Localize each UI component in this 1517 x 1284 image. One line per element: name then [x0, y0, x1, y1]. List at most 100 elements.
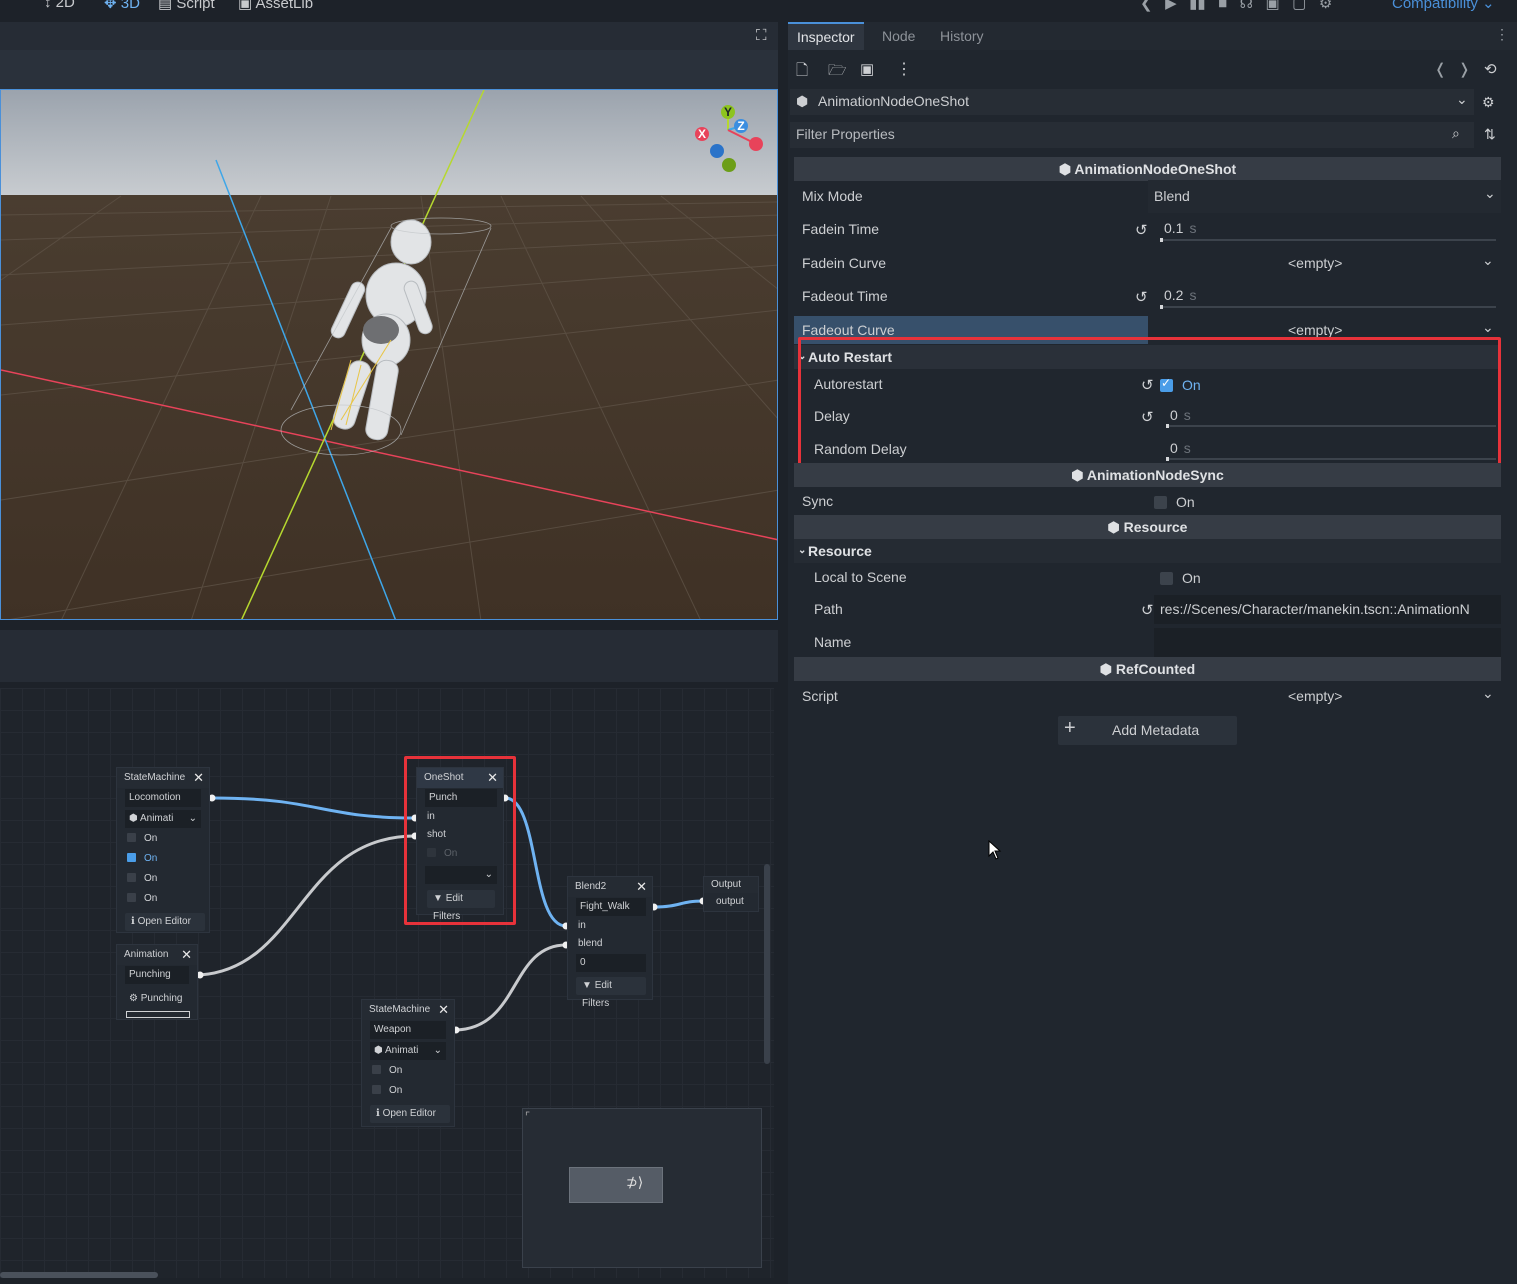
graph-node-output[interactable]: Output output: [703, 876, 759, 912]
more-icon[interactable]: ⋮: [896, 59, 912, 79]
fullscreen-icon[interactable]: ⛶: [756, 27, 767, 44]
chevron-down-icon: ⌄: [1482, 685, 1494, 701]
property-label: Sync: [802, 493, 834, 509]
script-workspace-button[interactable]: ▤ Script: [158, 0, 215, 12]
resource-path-select[interactable]: ⬢ AnimationNodeOneShot ⌄: [790, 89, 1474, 115]
add-metadata-button[interactable]: + Add Metadata: [1058, 716, 1237, 745]
tab-node[interactable]: Node: [873, 22, 924, 50]
graph-node-statemachine-weapon[interactable]: StateMachine ✕ Weapon ⬢ Animati ⌄ On On ℹ…: [361, 999, 455, 1127]
revert-icon[interactable]: ↺: [1135, 288, 1148, 306]
filter-options-icon[interactable]: ⇅: [1484, 126, 1496, 143]
wire-locomotion-in: [211, 796, 416, 820]
name-input[interactable]: [1154, 628, 1501, 657]
more-vertical-icon[interactable]: ⋮: [1495, 26, 1509, 43]
section-header-oneshot[interactable]: ⬢ AnimationNodeOneShot: [794, 157, 1501, 181]
unit-text: s: [1189, 220, 1197, 236]
fadein-curve-picker[interactable]: <empty> ⌄: [1148, 247, 1501, 280]
checkbox-label: On: [1182, 570, 1201, 586]
3d-workspace-button[interactable]: ✥ 3D: [104, 0, 140, 12]
assetlib-workspace-button[interactable]: ▣ AssetLib: [238, 0, 313, 12]
new-resource-icon[interactable]: 🗋: [796, 60, 808, 85]
path-input[interactable]: res://Scenes/Character/manekin.tscn::Ani…: [1154, 595, 1501, 624]
renderer-selector[interactable]: Compatibility ⌄: [1392, 0, 1495, 12]
minimap-viewport[interactable]: ⊅⟩: [569, 1167, 663, 1203]
node-title: StateMachine ✕: [117, 768, 209, 788]
section-header-sync[interactable]: ⬢ AnimationNodeSync: [794, 463, 1501, 487]
revert-icon[interactable]: ↺: [1135, 221, 1148, 239]
revert-icon[interactable]: ↺: [1141, 601, 1154, 619]
close-icon[interactable]: ✕: [193, 768, 204, 788]
checkbox-label: On: [144, 833, 158, 844]
mix-mode-select[interactable]: Blend ⌄: [1148, 180, 1501, 213]
filter-checkbox[interactable]: On: [127, 870, 157, 888]
node-name-field[interactable]: Weapon: [370, 1021, 446, 1039]
filter-checkbox[interactable]: On: [127, 830, 157, 848]
object-history-icon[interactable]: ⟲: [1484, 60, 1497, 78]
filter-checkbox[interactable]: On: [372, 1082, 402, 1100]
graph-node-animation-punching[interactable]: Animation ✕ Punching ⚙ Punching: [116, 944, 198, 1020]
plus-icon: +: [1064, 717, 1076, 739]
animation-tree-graph[interactable]: StateMachine ✕ Locomotion ⬢ Animati ⌄ On …: [0, 688, 774, 1278]
save-icon[interactable]: ▣: [860, 60, 874, 78]
open-editor-button[interactable]: ℹ Open Editor: [370, 1105, 450, 1123]
sync-checkbox[interactable]: On: [1154, 494, 1195, 510]
filter-checkbox[interactable]: On: [372, 1062, 402, 1080]
group-resource[interactable]: ⌄ Resource: [794, 539, 1501, 563]
section-header-refcounted[interactable]: ⬢ RefCounted: [794, 657, 1501, 681]
chevron-down-icon: ⌄: [1482, 252, 1494, 268]
fadeout-time-slider[interactable]: 0.2 s: [1154, 280, 1496, 313]
viewport-header: ⛶: [0, 22, 778, 50]
property-label: Fadeout Time: [802, 288, 888, 304]
viewport-toolbar: [0, 50, 778, 90]
node-name-field[interactable]: Fight_Walk: [576, 898, 646, 916]
property-mix-mode: Mix Mode Blend ⌄: [794, 180, 1501, 213]
2d-workspace-button[interactable]: ↕ 2D: [44, 0, 75, 11]
node-name-field[interactable]: Locomotion: [125, 789, 201, 807]
node-name-field[interactable]: Punching: [125, 966, 189, 984]
checkbox-icon: [127, 873, 136, 882]
svg-text:X: X: [698, 127, 706, 141]
open-folder-icon[interactable]: 🗁: [828, 60, 847, 85]
section-header-resource[interactable]: ⬢ Resource: [794, 515, 1501, 539]
node-anim-select[interactable]: ⬢ Animati ⌄: [370, 1042, 446, 1060]
filter-checkbox[interactable]: On: [127, 890, 157, 908]
filter-checkbox[interactable]: On: [127, 850, 157, 868]
graph-node-statemachine-locomotion[interactable]: StateMachine ✕ Locomotion ⬢ Animati ⌄ On …: [116, 767, 210, 933]
history-forward-icon[interactable]: ❭: [1458, 60, 1471, 78]
resize-handle-icon[interactable]: ⌜: [525, 1110, 530, 1123]
search-icon: ⌕: [1452, 125, 1460, 141]
tab-history[interactable]: History: [931, 22, 993, 50]
close-icon[interactable]: ✕: [438, 1000, 449, 1020]
property-fadein-time: Fadein Time ↺ 0.1 s: [794, 213, 1501, 246]
minimap-nodes-icon: ⊅⟩: [626, 1174, 644, 1190]
node-anim-select[interactable]: ⬢ Animati ⌄: [125, 810, 201, 828]
graph-node-blend2[interactable]: Blend2 ✕ Fight_Walk in blend 0 ▼ Edit Fil…: [567, 876, 653, 1009]
local-to-scene-checkbox[interactable]: On: [1160, 570, 1201, 586]
play-controls[interactable]: ❮ ▶ ▮▮ ■ ☊ ▣ ▢ ⚙: [1140, 0, 1332, 12]
tab-inspector[interactable]: Inspector: [788, 22, 864, 50]
script-picker[interactable]: <empty> ⌄: [1148, 680, 1501, 713]
node-title: Output: [704, 877, 758, 893]
cube-icon: ⬢: [374, 1045, 385, 1056]
history-back-icon[interactable]: ❬: [1434, 60, 1447, 78]
anim-label: Punching: [140, 993, 183, 1004]
node-title-text: Animation: [124, 949, 169, 960]
vertical-scrollbar[interactable]: [764, 864, 770, 1064]
graph-minimap[interactable]: ⌜ ⊅⟩: [522, 1108, 762, 1268]
edit-filters-button[interactable]: ▼ Edit Filters: [576, 977, 646, 1009]
filter-properties-input[interactable]: Filter Properties ⌕: [790, 122, 1474, 148]
node-title-text: StateMachine: [369, 1004, 431, 1015]
checkbox-checked-icon: [127, 853, 136, 862]
section-title: Resource: [1123, 519, 1188, 535]
svg-text:Y: Y: [724, 105, 732, 119]
chevron-down-icon: ⌄: [1484, 185, 1496, 201]
animation-select[interactable]: ⚙ Punching: [129, 990, 182, 1008]
blend-amount-slider[interactable]: 0: [576, 954, 646, 972]
horizontal-scrollbar[interactable]: [0, 1272, 158, 1278]
close-icon[interactable]: ✕: [636, 877, 647, 897]
close-icon[interactable]: ✕: [181, 945, 192, 965]
node-settings-icon[interactable]: ⚙: [1482, 94, 1495, 111]
3d-viewport[interactable]: Y Z X: [0, 89, 778, 620]
open-editor-button[interactable]: ℹ Open Editor: [125, 913, 205, 931]
fadein-time-slider[interactable]: 0.1 s: [1154, 213, 1496, 246]
